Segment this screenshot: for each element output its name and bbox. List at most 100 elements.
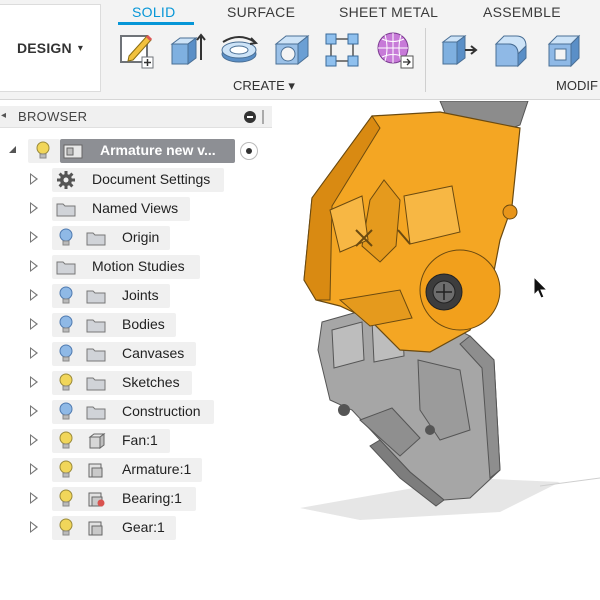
revolve-icon bbox=[221, 36, 259, 63]
hole-icon bbox=[274, 34, 310, 66]
expand-arrow-icon[interactable] bbox=[30, 318, 38, 330]
browser-item-label: Bodies bbox=[122, 316, 165, 332]
3d-viewport[interactable] bbox=[272, 101, 600, 600]
toolbar: DESIGN ▾ SOLID SURFACE SHEET METAL ASSEM… bbox=[0, 0, 600, 100]
expand-arrow-icon[interactable] bbox=[30, 260, 38, 272]
browser-item-motion-studies[interactable]: Motion Studies bbox=[0, 255, 272, 279]
browser-item-origin[interactable]: Origin bbox=[0, 226, 272, 250]
expand-arrow-icon[interactable] bbox=[30, 173, 38, 185]
expand-arrow-icon[interactable] bbox=[30, 347, 38, 359]
browser-title: BROWSER bbox=[18, 109, 88, 124]
workspace-switcher-button[interactable]: DESIGN ▾ bbox=[0, 4, 101, 92]
folder-icon bbox=[86, 230, 106, 246]
visibility-bulb-icon[interactable] bbox=[58, 344, 74, 364]
browser-item-bodies[interactable]: Bodies bbox=[0, 313, 272, 337]
browser-item-armature[interactable]: Armature:1 bbox=[0, 458, 272, 482]
component-icon bbox=[86, 520, 106, 536]
browser-item-gear[interactable]: Gear:1 bbox=[0, 516, 272, 540]
tab-solid[interactable]: SOLID bbox=[132, 4, 176, 20]
component-linked-icon bbox=[86, 491, 106, 507]
browser-item-label: Named Views bbox=[92, 200, 179, 216]
expand-arrow-icon[interactable] bbox=[30, 521, 38, 533]
browser-item-label: Construction bbox=[122, 403, 201, 419]
folder-icon bbox=[86, 317, 106, 333]
browser-item-label: Motion Studies bbox=[92, 258, 185, 274]
browser-item-document-settings[interactable]: Document Settings bbox=[0, 168, 272, 192]
visibility-bulb-icon[interactable] bbox=[58, 373, 74, 393]
browser-item-label: Armature:1 bbox=[122, 461, 192, 477]
tab-sheet-metal[interactable]: SHEET METAL bbox=[339, 4, 438, 20]
expand-arrow-icon[interactable] bbox=[30, 376, 38, 388]
browser-item-label: Canvases bbox=[122, 345, 185, 361]
browser-item-label: Gear:1 bbox=[122, 519, 165, 535]
component-icon bbox=[86, 462, 106, 478]
extrude-button[interactable] bbox=[166, 30, 206, 70]
hole-button[interactable] bbox=[272, 30, 312, 70]
panel-grip-icon[interactable] bbox=[262, 110, 264, 124]
tab-assemble[interactable]: ASSEMBLE bbox=[483, 4, 561, 20]
gear-icon bbox=[56, 170, 76, 189]
visibility-bulb-icon[interactable] bbox=[58, 460, 74, 480]
visibility-bulb-icon[interactable] bbox=[58, 315, 74, 335]
browser-item-fan[interactable]: Fan:1 bbox=[0, 429, 272, 453]
visibility-bulb-icon[interactable] bbox=[35, 141, 51, 161]
browser-item-label: Fan:1 bbox=[122, 432, 158, 448]
create-sketch-button[interactable] bbox=[117, 30, 157, 70]
active-tab-indicator bbox=[118, 22, 194, 25]
form-button[interactable] bbox=[375, 30, 415, 70]
visibility-bulb-icon[interactable] bbox=[58, 228, 74, 248]
browser-item-bearing[interactable]: Bearing:1 bbox=[0, 487, 272, 511]
visibility-bulb-icon[interactable] bbox=[58, 431, 74, 451]
expand-arrow-icon[interactable] bbox=[30, 289, 38, 301]
create-sketch-icon bbox=[120, 34, 154, 69]
press-pull-button[interactable] bbox=[439, 30, 479, 70]
visibility-bulb-icon[interactable] bbox=[58, 286, 74, 306]
revolve-button[interactable] bbox=[219, 30, 259, 70]
pattern-icon bbox=[325, 33, 359, 67]
expand-arrow-icon[interactable] bbox=[30, 492, 38, 504]
visibility-bulb-icon[interactable] bbox=[58, 518, 74, 538]
browser-item-label: Joints bbox=[122, 287, 159, 303]
extrude-icon bbox=[170, 33, 206, 65]
shell-button[interactable] bbox=[545, 30, 585, 70]
modify-menu-dropdown[interactable]: MODIF bbox=[556, 78, 598, 93]
mouse-cursor-icon bbox=[533, 276, 549, 299]
browser-item-label: Sketches bbox=[122, 374, 180, 390]
expand-arrow-icon[interactable] bbox=[30, 202, 38, 214]
folder-icon bbox=[56, 201, 76, 217]
browser-item-canvases[interactable]: Canvases bbox=[0, 342, 272, 366]
browser-item-label: Origin bbox=[122, 229, 160, 245]
expand-arrow-icon[interactable] bbox=[30, 231, 38, 243]
expand-arrow-icon[interactable] bbox=[30, 434, 38, 446]
expand-arrow-icon[interactable] bbox=[30, 463, 38, 475]
pattern-button[interactable] bbox=[322, 30, 362, 70]
browser-root-row[interactable]: Armature new v... bbox=[0, 139, 272, 163]
folder-icon bbox=[86, 404, 106, 420]
tab-surface[interactable]: SURFACE bbox=[227, 4, 295, 20]
folder-icon bbox=[86, 288, 106, 304]
activate-radio-button[interactable] bbox=[240, 142, 258, 160]
collapse-arrow-icon[interactable]: ◂ bbox=[1, 110, 6, 121]
press-pull-icon bbox=[441, 35, 478, 65]
folder-icon bbox=[56, 259, 76, 275]
browser-item-label: Bearing:1 bbox=[122, 490, 182, 506]
folder-icon bbox=[86, 346, 106, 362]
fillet-button[interactable] bbox=[492, 30, 532, 70]
browser-item-named-views[interactable]: Named Views bbox=[0, 197, 272, 221]
create-menu-dropdown[interactable]: CREATE ▾ bbox=[233, 78, 295, 94]
component-icon bbox=[86, 433, 106, 449]
folder-icon bbox=[86, 375, 106, 391]
visibility-bulb-icon[interactable] bbox=[58, 489, 74, 509]
browser-item-sketches[interactable]: Sketches bbox=[0, 371, 272, 395]
toolbar-separator bbox=[425, 28, 426, 92]
expand-arrow-icon[interactable] bbox=[30, 405, 38, 417]
browser-root-label: Armature new v... bbox=[100, 142, 216, 158]
browser-item-construction[interactable]: Construction bbox=[0, 400, 272, 424]
visibility-bulb-icon[interactable] bbox=[58, 402, 74, 422]
browser-header: ◂ BROWSER bbox=[0, 106, 272, 128]
browser-item-label: Document Settings bbox=[92, 171, 211, 187]
browser-minimize-button[interactable] bbox=[244, 111, 256, 123]
shell-icon bbox=[547, 34, 581, 68]
browser-item-joints[interactable]: Joints bbox=[0, 284, 272, 308]
expand-open-icon[interactable] bbox=[9, 146, 16, 153]
